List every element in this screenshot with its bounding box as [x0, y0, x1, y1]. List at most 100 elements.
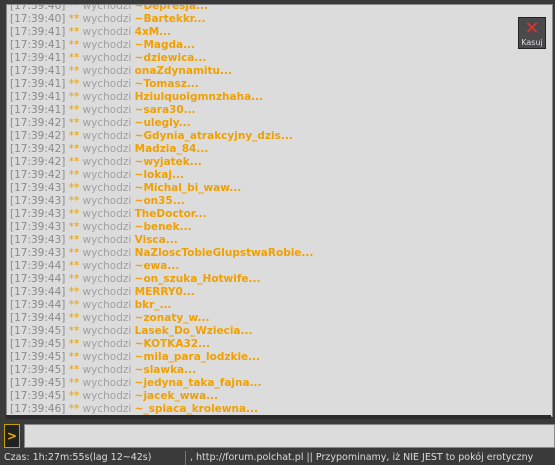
event-verb: wychodzi	[82, 221, 132, 233]
chat-line: [17:39:42] ** wychodzi ~lokaj...	[10, 169, 552, 182]
chat-line: [17:39:45] ** wychodzi Lasek_Do_Wziecia.…	[10, 325, 552, 338]
event-verb: wychodzi	[82, 26, 132, 38]
nickname[interactable]: bkr_...	[135, 299, 172, 311]
timestamp: [17:39:43]	[10, 221, 66, 233]
nickname[interactable]: ~Depresja...	[135, 5, 208, 12]
timestamp: [17:39:41]	[10, 26, 66, 38]
nickname[interactable]: ~_spiaca_krolewna...	[135, 403, 258, 415]
event-verb: wychodzi	[82, 260, 132, 272]
chat-line: [17:39:42] ** wychodzi Madzia_84...	[10, 143, 552, 156]
nickname[interactable]: ~on_szuka_Hotwife...	[135, 273, 261, 285]
nickname[interactable]: ~Magda...	[135, 39, 195, 51]
nickname[interactable]: ~Bartekkr...	[135, 13, 206, 25]
input-row: >	[0, 421, 555, 451]
nickname[interactable]: ~jacek_wwa...	[135, 390, 219, 402]
event-marker: **	[68, 13, 80, 25]
timestamp: [17:39:42]	[10, 143, 66, 155]
nickname[interactable]: Visca...	[135, 234, 178, 246]
event-marker: **	[68, 299, 80, 311]
timestamp: [17:39:42]	[10, 156, 66, 168]
nickname[interactable]: ~sara30...	[135, 104, 196, 116]
timestamp: [17:39:45]	[10, 390, 66, 402]
horizontal-scrollbar[interactable]	[6, 415, 551, 419]
timestamp: [17:39:45]	[10, 338, 66, 350]
nickname[interactable]: ~mila_para_lodzkie...	[135, 351, 261, 363]
event-verb: wychodzi	[82, 52, 132, 64]
timestamp: [17:39:42]	[10, 130, 66, 142]
nickname[interactable]: ~Gdynia_atrakcyjny_dzis...	[135, 130, 293, 142]
event-marker: **	[68, 403, 80, 415]
event-marker: **	[68, 130, 80, 142]
chat-line: [17:39:43] ** wychodzi TheDoctor...	[10, 208, 552, 221]
chat-line: [17:39:44] ** wychodzi ~on_szuka_Hotwife…	[10, 273, 552, 286]
status-divider	[185, 451, 186, 465]
nickname[interactable]: ~dziewica...	[135, 52, 207, 64]
timestamp: [17:39:42]	[10, 117, 66, 129]
nickname[interactable]: MERRY0...	[135, 286, 195, 298]
event-verb: wychodzi	[82, 65, 132, 77]
timestamp: [17:39:42]	[10, 169, 66, 181]
chat-line: [17:39:45] ** wychodzi ~slawka...	[10, 364, 552, 377]
connection-time: Czas: 1h:27m:55s(lag 12~42s)	[4, 452, 152, 463]
timestamp: [17:39:44]	[10, 273, 66, 285]
timestamp: [17:39:43]	[10, 195, 66, 207]
nickname[interactable]: ~Tomasz...	[135, 78, 199, 90]
timestamp: [17:39:45]	[10, 351, 66, 363]
nickname[interactable]: NaZloscTobieGlupstwaRobie...	[135, 247, 314, 259]
event-marker: **	[68, 260, 80, 272]
nickname[interactable]: ~wyjatek...	[135, 156, 202, 168]
timestamp: [17:39:40]	[10, 13, 66, 25]
clear-chat-button[interactable]: ✕ Kasuj	[518, 17, 546, 49]
nickname[interactable]: ~ulegly...	[135, 117, 191, 129]
nickname[interactable]: ~KOTKA32...	[135, 338, 210, 350]
event-verb: wychodzi	[82, 351, 132, 363]
nickname[interactable]: 4xM...	[135, 26, 172, 38]
nickname[interactable]: Hziulquoigmnzhaha...	[135, 91, 264, 103]
nickname[interactable]: ~on35...	[135, 195, 185, 207]
nickname[interactable]: ~jedyna_taka_fajna...	[135, 377, 262, 389]
event-verb: wychodzi	[82, 208, 132, 220]
send-button[interactable]: >	[4, 424, 20, 448]
timestamp: [17:39:44]	[10, 260, 66, 272]
chat-line: [17:39:45] ** wychodzi ~jacek_wwa...	[10, 390, 552, 403]
chat-log[interactable]: [17:39:40] ** wychodzi ~Depresja... [17:3…	[6, 4, 553, 417]
nickname[interactable]: ~slawka...	[135, 364, 196, 376]
nickname[interactable]: onaZdynamitu...	[135, 65, 232, 77]
event-verb: wychodzi	[82, 273, 132, 285]
chat-line: [17:39:43] ** wychodzi Visca...	[10, 234, 552, 247]
timestamp: [17:39:43]	[10, 234, 66, 246]
clear-chat-label: Kasuj	[521, 38, 543, 47]
chat-line: [17:39:41] ** wychodzi onaZdynamitu...	[10, 65, 552, 78]
timestamp: [17:39:40]	[10, 4, 66, 12]
timestamp: [17:39:41]	[10, 104, 66, 116]
nickname[interactable]: TheDoctor...	[135, 208, 207, 220]
nickname[interactable]: Madzia_84...	[135, 143, 209, 155]
event-marker: **	[68, 273, 80, 285]
nickname[interactable]: ~lokaj...	[135, 169, 184, 181]
timestamp: [17:39:41]	[10, 91, 66, 103]
nickname[interactable]: ~Michal_bi_waw...	[135, 182, 242, 194]
timestamp: [17:39:41]	[10, 78, 66, 90]
event-verb: wychodzi	[82, 299, 132, 311]
message-input[interactable]	[24, 424, 555, 448]
event-marker: **	[68, 364, 80, 376]
timestamp: [17:39:44]	[10, 299, 66, 311]
event-marker: **	[68, 104, 80, 116]
timestamp: [17:39:43]	[10, 182, 66, 194]
event-marker: **	[68, 247, 80, 259]
event-marker: **	[68, 65, 80, 77]
event-verb: wychodzi	[82, 247, 132, 259]
nickname[interactable]: ~ewa...	[135, 260, 180, 272]
nickname[interactable]: Lasek_Do_Wziecia...	[135, 325, 253, 337]
nickname[interactable]: ~benek...	[135, 221, 192, 233]
chat-line: [17:39:45] ** wychodzi ~KOTKA32...	[10, 338, 552, 351]
timestamp: [17:39:41]	[10, 52, 66, 64]
status-bar: Czas: 1h:27m:55s(lag 12~42s) , http://fo…	[0, 451, 555, 465]
chat-line: [17:39:45] ** wychodzi ~mila_para_lodzki…	[10, 351, 552, 364]
timestamp: [17:39:44]	[10, 312, 66, 324]
nickname[interactable]: ~zonaty_w...	[135, 312, 210, 324]
event-verb: wychodzi	[82, 364, 132, 376]
event-verb: wychodzi	[82, 143, 132, 155]
event-marker: **	[68, 390, 80, 402]
event-verb: wychodzi	[82, 390, 132, 402]
